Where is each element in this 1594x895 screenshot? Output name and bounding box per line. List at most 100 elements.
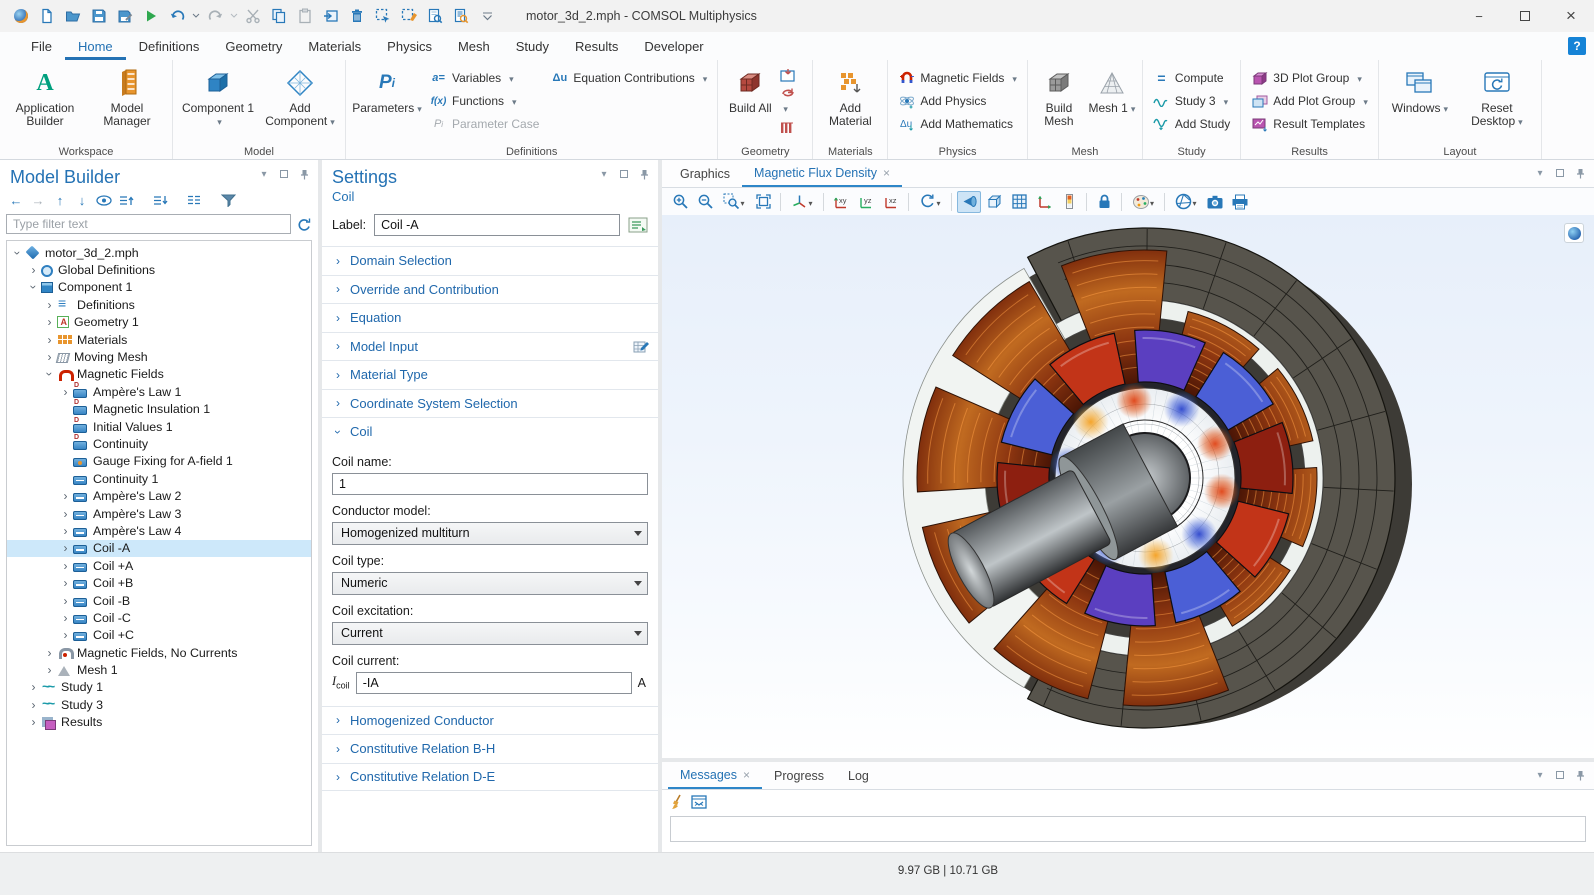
show-axis-icon[interactable] [1032,191,1056,213]
compute-ribbon-button[interactable]: =Compute [1149,68,1234,88]
tree-item[interactable]: Coil -A [7,540,311,557]
tree-item[interactable]: Coil +B [7,574,311,591]
menu-study[interactable]: Study [503,32,562,60]
zoom-box-icon[interactable] [718,191,750,213]
tab-messages[interactable]: Messages [668,762,762,789]
add-material-button[interactable]: Add Material [819,64,881,128]
tree-item[interactable]: Study 3 [7,696,311,713]
tree-expander-icon[interactable] [59,386,72,398]
coil-name-input[interactable] [332,473,648,495]
section-override-contribution[interactable]: Override and Contribution [322,275,658,304]
dropdown-arrow-icon[interactable] [172,191,182,209]
tree-item[interactable]: Coil -C [7,609,311,626]
remove-details-icon[interactable] [780,121,806,135]
dropdown-arrow-icon[interactable] [240,191,250,209]
menu-physics[interactable]: Physics [374,32,445,60]
open-button[interactable] [60,4,86,28]
tab-graphics[interactable]: Graphics [668,160,742,187]
menu-definitions[interactable]: Definitions [126,32,213,60]
pin-icon[interactable] [638,168,650,180]
menu-materials[interactable]: Materials [295,32,374,60]
clear-icon[interactable] [670,794,685,810]
new-file-button[interactable] [34,4,60,28]
messages-content[interactable] [670,816,1586,842]
pin-icon[interactable] [1574,167,1586,179]
tree-expander-icon[interactable] [59,542,72,554]
tree-item[interactable]: Magnetic Insulation 1 [7,401,311,418]
save-as-button[interactable] [112,4,138,28]
float-panel-icon[interactable] [1554,167,1566,179]
add-component-button[interactable]: Add Component [261,64,339,129]
grid-icon[interactable] [1007,191,1031,213]
color-theme-icon[interactable] [1127,191,1159,213]
tree-item[interactable]: Mesh 1 [7,661,311,678]
reset-desktop-button[interactable]: Reset Desktop [1459,64,1535,129]
refresh-icon[interactable] [296,217,312,232]
tree-expander-icon[interactable] [59,629,72,641]
magnetic-fields-button[interactable]: Magnetic Fields [894,68,1021,88]
tree-item[interactable]: Ampère's Law 2 [7,487,311,504]
tree-item[interactable]: Continuity 1 [7,470,311,487]
chevron-down-icon[interactable] [258,168,270,180]
plot-3d-group-button[interactable]: 3D Plot Group [1247,68,1372,88]
chevron-down-icon[interactable] [1534,167,1546,179]
pin-icon[interactable] [298,168,310,180]
mesh-1-button[interactable]: Mesh 1 [1088,64,1136,116]
zoom-out-icon[interactable] [693,191,717,213]
move-up-icon[interactable]: ↑ [50,191,70,209]
view-yz-icon[interactable]: yz [854,191,878,213]
select-box-button[interactable] [370,4,396,28]
tree-expander-icon[interactable] [44,368,56,381]
rename-form-icon[interactable] [628,216,648,234]
application-builder-button[interactable]: A Application Builder [6,64,84,128]
find-button[interactable] [422,4,448,28]
section-constitutive-de[interactable]: Constitutive Relation D-E [322,763,658,792]
tree-item[interactable]: Gauge Fixing for A-field 1 [7,453,311,470]
tree-item[interactable]: Magnetic Fields, No Currents [7,644,311,661]
scene-light-icon[interactable] [982,191,1006,213]
tree-expander-icon[interactable] [59,595,72,607]
tree-item[interactable]: Ampère's Law 1 [7,383,311,400]
section-equation[interactable]: Equation [322,303,658,332]
tree-expander-icon[interactable] [27,699,40,711]
tree-item[interactable]: Continuity [7,435,311,452]
view-xz-icon[interactable]: xz [879,191,903,213]
windows-button[interactable]: Windows [1385,64,1455,116]
undo-dropdown[interactable] [190,4,202,28]
close-tab-icon[interactable] [883,166,890,180]
add-plot-group-button[interactable]: Add Plot Group [1247,91,1372,111]
tree-expander-icon[interactable] [43,647,56,659]
section-material-type[interactable]: Material Type [322,360,658,389]
conductor-model-select[interactable]: Homogenized multiturn [332,522,648,545]
add-study-button[interactable]: Add Study [1149,114,1234,134]
comsol-plot-logo-icon[interactable] [1564,223,1584,243]
coil-current-input[interactable] [356,672,632,694]
tree-item[interactable]: Coil -B [7,592,311,609]
close-tab-icon[interactable] [743,768,750,782]
tree-item[interactable]: motor_3d_2.mph [7,244,311,261]
move-down-icon[interactable]: ↓ [72,191,92,209]
help-icon[interactable] [1568,37,1586,55]
pin-icon[interactable] [1574,769,1586,781]
float-panel-icon[interactable] [278,168,290,180]
duplicate-button[interactable] [318,4,344,28]
minimize-button[interactable] [1456,0,1502,32]
graphics-canvas[interactable] [662,215,1594,758]
tree-options-icon[interactable] [184,191,204,209]
tree-item[interactable]: Ampère's Law 3 [7,505,311,522]
tree-expander-icon[interactable] [28,281,40,294]
float-panel-icon[interactable] [618,168,630,180]
tree-item[interactable]: Results [7,714,311,731]
tree-expander-icon[interactable] [59,612,72,624]
search-doc-button[interactable] [448,4,474,28]
study-3-button[interactable]: Study 3 [1149,91,1234,111]
close-button[interactable] [1548,0,1594,32]
tree-expander-icon[interactable] [59,508,72,520]
expand-all-icon[interactable] [116,191,136,209]
tree-item[interactable]: Geometry 1 [7,314,311,331]
section-model-input[interactable]: Model Input [322,332,658,361]
build-mesh-button[interactable]: Build Mesh [1034,64,1084,128]
orthographic-icon[interactable] [957,191,981,213]
tree-expander-icon[interactable] [43,664,56,676]
tree-expander-icon[interactable] [43,316,56,328]
